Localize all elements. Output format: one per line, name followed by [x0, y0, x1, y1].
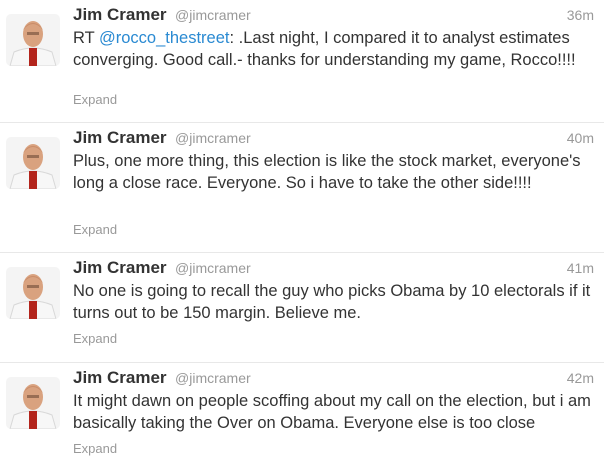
tweet[interactable]: Jim Cramer @jimcramer 40m Plus, one more… [0, 123, 604, 253]
tweet[interactable]: Jim Cramer @jimcramer 42m It might dawn … [0, 363, 604, 459]
expand-link[interactable]: Expand [73, 92, 117, 107]
avatar[interactable] [6, 14, 60, 66]
avatar[interactable] [6, 267, 60, 319]
expand-link[interactable]: Expand [73, 331, 117, 346]
author-name[interactable]: Jim Cramer [73, 128, 167, 147]
avatar[interactable] [6, 377, 60, 429]
author-handle[interactable]: @jimcramer [175, 130, 251, 146]
retweet-prefix: RT [73, 29, 99, 47]
expand-link[interactable]: Expand [73, 222, 117, 237]
mention-link[interactable]: @rocco_thestreet [99, 29, 229, 47]
tweet-timestamp[interactable]: 41m [567, 260, 594, 276]
tweet-timestamp[interactable]: 40m [567, 130, 594, 146]
tweet-header: Jim Cramer @jimcramer 41m [73, 258, 594, 280]
author-handle[interactable]: @jimcramer [175, 370, 251, 386]
tweet-timestamp[interactable]: 42m [567, 370, 594, 386]
author-name[interactable]: Jim Cramer [73, 5, 167, 24]
tweet-text: RT @rocco_thestreet: .Last night, I comp… [73, 28, 598, 71]
tweet[interactable]: Jim Cramer @jimcramer 41m No one is goin… [0, 253, 604, 363]
tweet-header: Jim Cramer @jimcramer 42m [73, 368, 594, 390]
tweet-timestamp[interactable]: 36m [567, 7, 594, 23]
avatar[interactable] [6, 137, 60, 189]
author-handle[interactable]: @jimcramer [175, 7, 251, 23]
expand-link[interactable]: Expand [73, 441, 117, 456]
tweet-header: Jim Cramer @jimcramer 40m [73, 128, 594, 150]
tweet-timeline: Jim Cramer @jimcramer 36m RT @rocco_thes… [0, 0, 604, 459]
tweet-text: No one is going to recall the guy who pi… [73, 282, 591, 322]
author-handle[interactable]: @jimcramer [175, 260, 251, 276]
tweet-text: It might dawn on people scoffing about m… [73, 392, 591, 432]
author-name[interactable]: Jim Cramer [73, 368, 167, 387]
tweet[interactable]: Jim Cramer @jimcramer 36m RT @rocco_thes… [0, 0, 604, 123]
tweet-header: Jim Cramer @jimcramer 36m [73, 5, 594, 27]
tweet-text: Plus, one more thing, this election is l… [73, 152, 581, 192]
author-name[interactable]: Jim Cramer [73, 258, 167, 277]
